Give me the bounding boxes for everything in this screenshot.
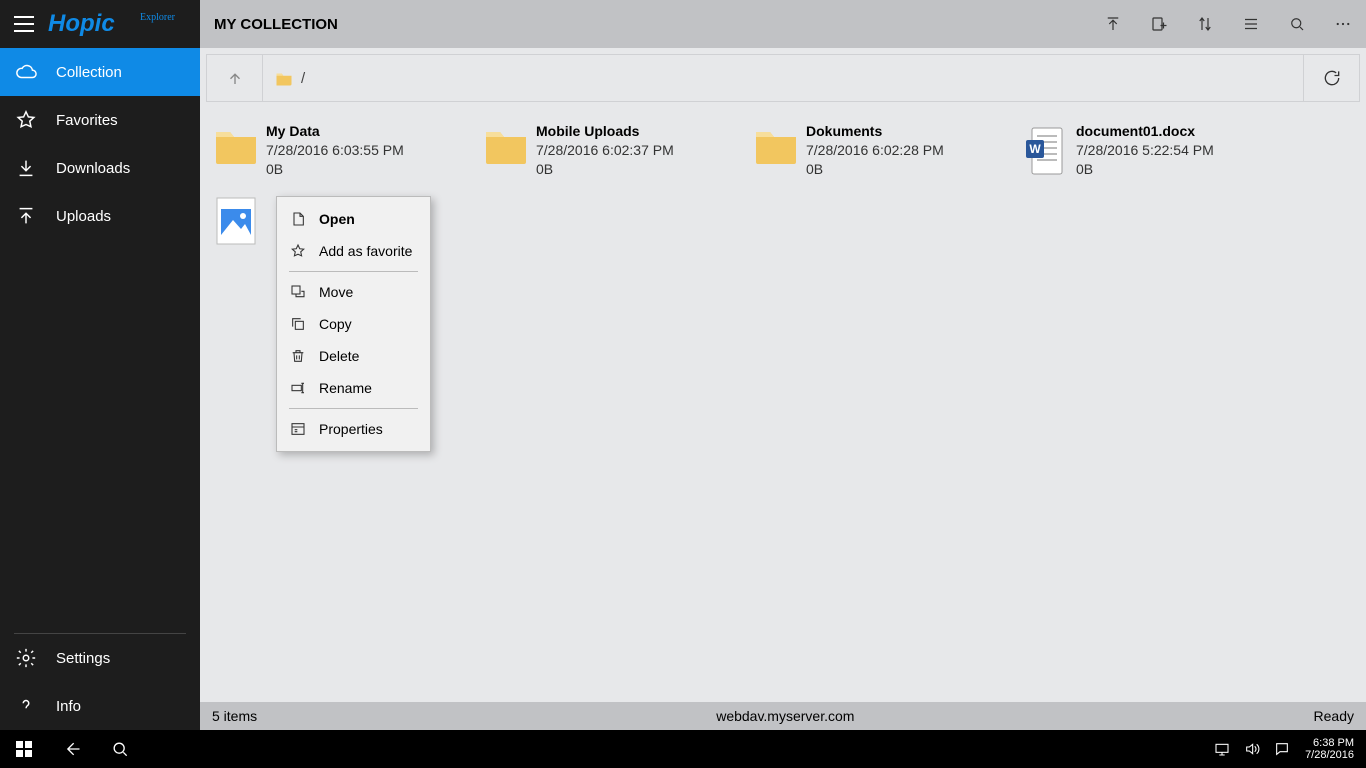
path-bar: / — [206, 54, 1360, 102]
item-size: 0B — [1076, 160, 1286, 179]
status-right: Ready — [1314, 708, 1354, 724]
context-menu-label: Rename — [319, 380, 372, 396]
sidebar-item-label: Uploads — [56, 208, 111, 225]
sidebar-item-collection[interactable]: Collection — [0, 48, 200, 96]
context-menu-label: Open — [319, 211, 355, 227]
title-bar: MY COLLECTION — [200, 0, 1366, 48]
sidebar-item-label: Collection — [56, 64, 122, 81]
taskbar-time: 6:38 PM — [1305, 737, 1354, 749]
item-size: 0B — [806, 160, 1016, 179]
taskbar-date: 7/28/2016 — [1305, 749, 1354, 761]
upload-top-button[interactable] — [1090, 0, 1136, 48]
sidebar-item-label: Downloads — [56, 160, 130, 177]
sort-button[interactable] — [1182, 0, 1228, 48]
help-icon — [14, 694, 38, 718]
context-menu-label: Copy — [319, 316, 352, 332]
path-address[interactable]: / — [263, 55, 1303, 101]
sidebar: Hopic Explorer Collection Favorites Downl… — [0, 0, 200, 730]
taskbar-clock[interactable]: 6:38 PM 7/28/2016 — [1297, 737, 1362, 761]
brand-superscript: Explorer — [140, 12, 175, 23]
sidebar-item-info[interactable]: Info — [0, 682, 200, 730]
brand-name: Hopic — [48, 10, 115, 37]
path-text: / — [301, 70, 305, 87]
folder-item[interactable]: Dokuments 7/28/2016 6:02:28 PM 0B — [750, 122, 1020, 192]
item-date: 7/28/2016 5:22:54 PM — [1076, 141, 1286, 160]
sidebar-item-settings[interactable]: Settings — [0, 634, 200, 682]
item-date: 7/28/2016 6:03:55 PM — [266, 141, 476, 160]
folder-small-icon — [275, 70, 293, 86]
status-center: webdav.myserver.com — [257, 708, 1313, 724]
sidebar-item-label: Favorites — [56, 112, 118, 129]
taskbar: 6:38 PM 7/28/2016 — [0, 730, 1366, 768]
item-size: 0B — [266, 160, 476, 179]
image-icon — [214, 192, 258, 248]
sidebar-item-downloads[interactable]: Downloads — [0, 144, 200, 192]
svg-text:W: W — [1029, 142, 1041, 156]
folder-item[interactable]: Mobile Uploads 7/28/2016 6:02:37 PM 0B — [480, 122, 750, 192]
folder-item[interactable]: My Data 7/28/2016 6:03:55 PM 0B — [210, 122, 480, 192]
sidebar-item-uploads[interactable]: Uploads — [0, 192, 200, 240]
new-folder-button[interactable] — [1136, 0, 1182, 48]
folder-icon — [214, 122, 258, 178]
app-brand: Hopic Explorer — [48, 10, 200, 38]
title-actions — [1090, 0, 1366, 48]
item-date: 7/28/2016 6:02:28 PM — [806, 141, 1016, 160]
view-list-button[interactable] — [1228, 0, 1274, 48]
sidebar-item-label: Info — [56, 698, 81, 715]
sidebar-item-label: Settings — [56, 650, 110, 667]
upload-icon — [14, 204, 38, 228]
download-icon — [14, 156, 38, 180]
star-icon — [14, 108, 38, 132]
status-left: 5 items — [212, 708, 257, 724]
context-menu-label: Delete — [319, 348, 359, 364]
star-outline-icon — [289, 242, 307, 260]
sidebar-item-favorites[interactable]: Favorites — [0, 96, 200, 144]
sidebar-header: Hopic Explorer — [0, 0, 200, 48]
tray-network-icon[interactable] — [1207, 730, 1237, 768]
context-menu: Open Add as favorite Move Copy Delete Re… — [276, 196, 431, 452]
context-menu-favorite[interactable]: Add as favorite — [277, 235, 430, 267]
docx-icon: W — [1024, 122, 1068, 178]
copy-icon — [289, 315, 307, 333]
tray-volume-icon[interactable] — [1237, 730, 1267, 768]
refresh-button[interactable] — [1303, 55, 1359, 101]
folder-icon — [484, 122, 528, 178]
context-menu-separator — [289, 271, 418, 272]
gear-icon — [14, 646, 38, 670]
context-menu-label: Move — [319, 284, 353, 300]
context-menu-copy[interactable]: Copy — [277, 308, 430, 340]
item-date: 7/28/2016 6:02:37 PM — [536, 141, 746, 160]
context-menu-label: Properties — [319, 421, 383, 437]
context-menu-separator — [289, 408, 418, 409]
more-button[interactable] — [1320, 0, 1366, 48]
path-up-button[interactable] — [207, 55, 263, 101]
folder-icon — [754, 122, 798, 178]
tray-notifications-icon[interactable] — [1267, 730, 1297, 768]
page-title: MY COLLECTION — [214, 16, 1090, 33]
context-menu-delete[interactable]: Delete — [277, 340, 430, 372]
file-open-icon — [289, 210, 307, 228]
item-name: document01.docx — [1076, 122, 1286, 141]
status-bar: 5 items webdav.myserver.com Ready — [200, 702, 1366, 730]
taskbar-search-button[interactable] — [96, 730, 144, 768]
start-button[interactable] — [0, 730, 48, 768]
item-name: Dokuments — [806, 122, 1016, 141]
context-menu-properties[interactable]: Properties — [277, 413, 430, 445]
item-name: My Data — [266, 122, 476, 141]
hamburger-button[interactable] — [0, 0, 48, 48]
context-menu-rename[interactable]: Rename — [277, 372, 430, 404]
properties-icon — [289, 420, 307, 438]
context-menu-label: Add as favorite — [319, 243, 412, 259]
item-size: 0B — [536, 160, 746, 179]
trash-icon — [289, 347, 307, 365]
item-name: Mobile Uploads — [536, 122, 746, 141]
context-menu-move[interactable]: Move — [277, 276, 430, 308]
context-menu-open[interactable]: Open — [277, 203, 430, 235]
move-icon — [289, 283, 307, 301]
rename-icon — [289, 379, 307, 397]
file-item[interactable]: W document01.docx 7/28/2016 5:22:54 PM 0… — [1020, 122, 1290, 192]
cloud-icon — [14, 60, 38, 84]
search-button[interactable] — [1274, 0, 1320, 48]
back-button[interactable] — [48, 730, 96, 768]
